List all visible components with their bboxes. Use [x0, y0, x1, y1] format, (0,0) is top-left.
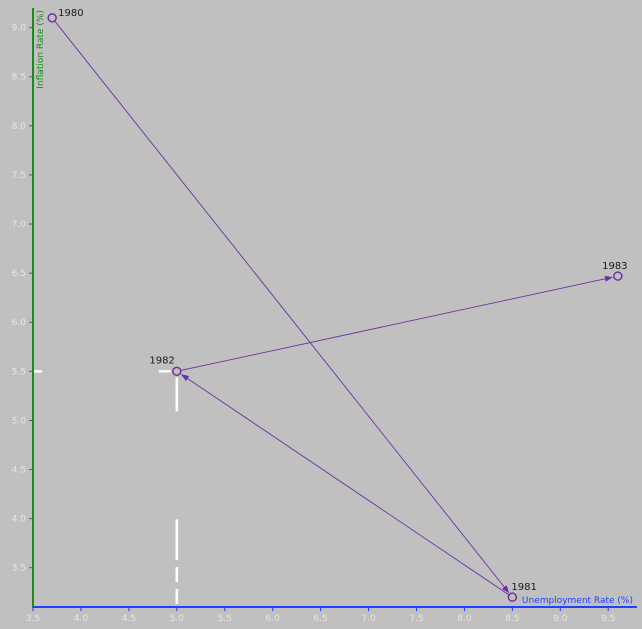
x-tick-label: 7.5: [409, 614, 423, 624]
data-point: [172, 366, 182, 377]
x-tick-label: 9.5: [601, 614, 615, 624]
x-tick-label: 9.0: [553, 614, 568, 624]
point-label: 1982: [149, 355, 174, 366]
y-tick-label: 9.0: [12, 24, 27, 34]
y-tick-label: 7.5: [12, 171, 26, 181]
connection-arrow: [180, 374, 510, 596]
y-tick-label: 8.5: [12, 73, 26, 83]
x-tick-label: 7.0: [361, 614, 376, 624]
connected-scatter-chart: 3.5 4.0 4.5 5.0 5.5 6.0 6.5 7.0 7.5 8.0 8.5 9.0 9.5 …: [12, 8, 637, 624]
x-tick-label: 5.0: [170, 614, 185, 624]
y-tick-label: 7.0: [12, 220, 27, 230]
point-label: 1981: [511, 582, 536, 593]
y-tick-label: 6.5: [12, 269, 26, 279]
y-ticks: 3.5 4.0 4.5 5.0 5.5 6.0 6.5 7.0 7.5 8.0 8.5 9.0: [12, 24, 33, 574]
connection-arrows: [54, 20, 613, 596]
y-tick-label: 4.0: [12, 515, 27, 525]
x-tick-label: 8.5: [505, 614, 519, 624]
x-tick-label: 4.5: [122, 614, 136, 624]
y-axis-title: Inflation Rate (%): [36, 10, 46, 89]
x-tick-label: 5.5: [218, 614, 232, 624]
connection-arrow: [54, 20, 510, 594]
y-tick-label: 5.5: [12, 367, 26, 377]
y-tick-label: 4.5: [12, 466, 26, 476]
y-tick-label: 8.0: [12, 122, 27, 132]
y-tick-label: 6.0: [12, 318, 27, 328]
x-tick-label: 8.0: [457, 614, 472, 624]
axes: [32, 8, 637, 608]
x-tick-label: 4.0: [74, 614, 89, 624]
highlight-guides: [33, 370, 179, 607]
data-point: [613, 271, 623, 281]
connection-arrow: [180, 275, 613, 371]
point-label: 1980: [58, 8, 83, 19]
x-tick-label: 6.5: [313, 614, 327, 624]
data-point: [47, 13, 57, 23]
point-label: 1983: [602, 261, 627, 272]
y-tick-label: 3.5: [12, 564, 26, 574]
x-axis-title: Unemployment Rate (%): [522, 596, 633, 606]
x-ticks: 3.5 4.0 4.5 5.0 5.5 6.0 6.5 7.0 7.5 8.0 8.5 9.0 9.5: [26, 607, 615, 624]
data-points: 1980 1981 1982 1983: [47, 8, 628, 602]
data-point: [507, 592, 518, 602]
x-tick-label: 6.0: [266, 614, 281, 624]
x-tick-label: 3.5: [26, 614, 40, 624]
y-tick-label: 5.0: [12, 416, 27, 426]
